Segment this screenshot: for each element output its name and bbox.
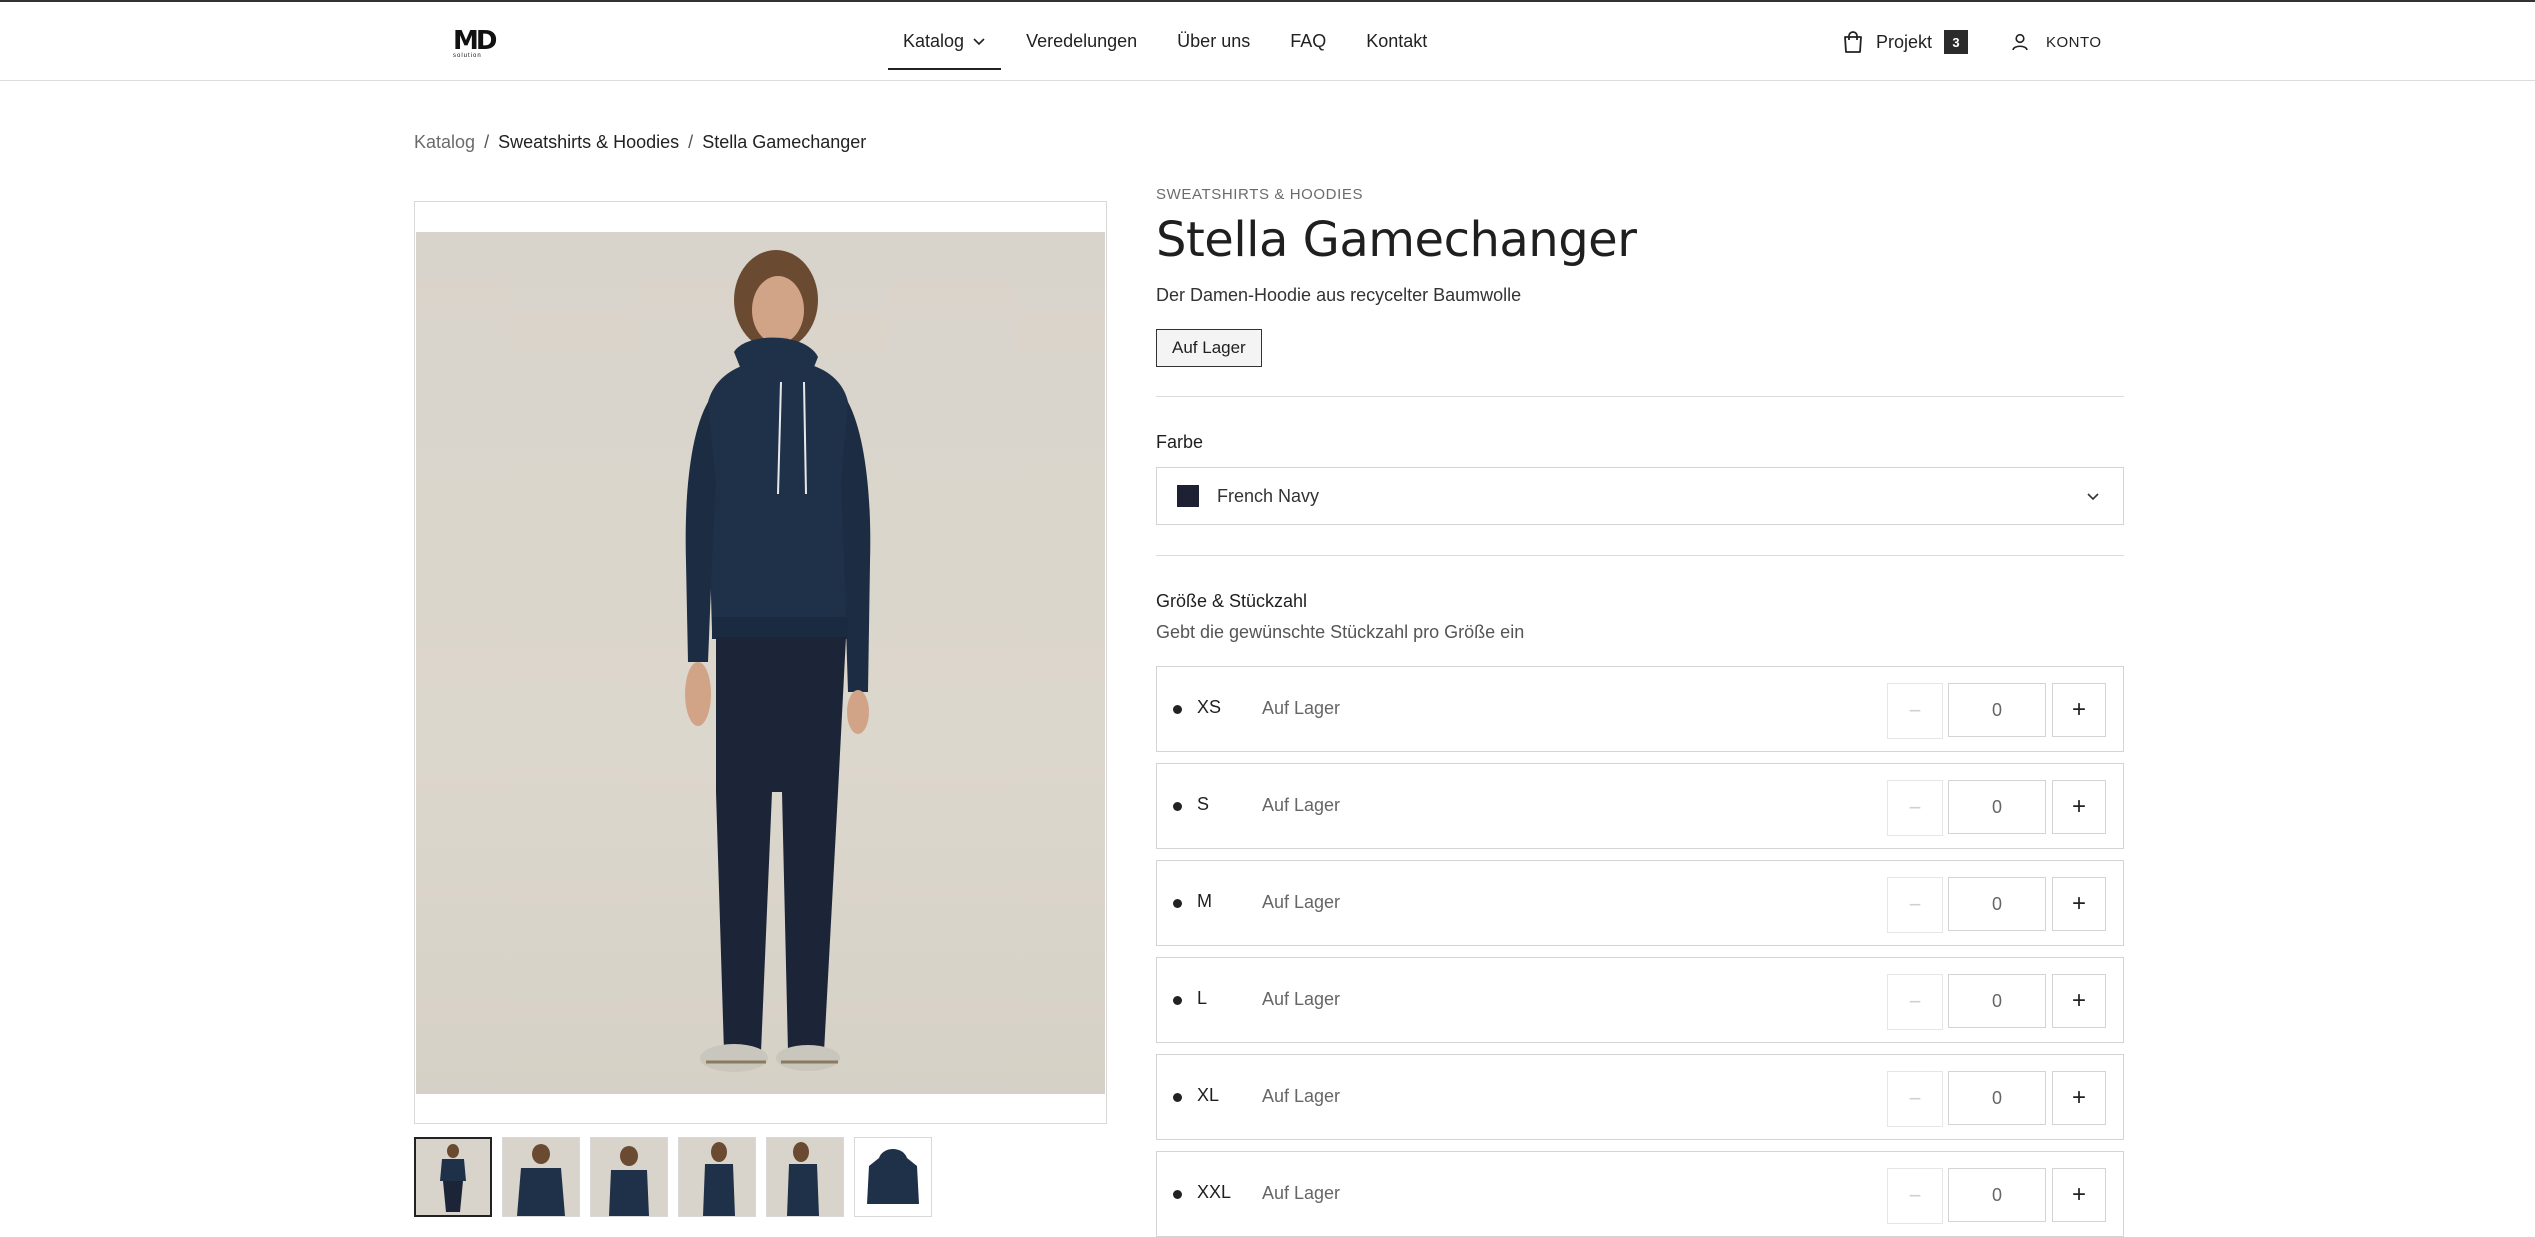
size-name: XL — [1197, 1085, 1220, 1105]
size-name: M — [1197, 891, 1212, 911]
site-header: MD solution Katalog Veredelungen Über un… — [0, 2, 2535, 81]
size-availability: Auf Lager — [1262, 1183, 1341, 1203]
size-row-l: L Auf Lager − 0 + — [1156, 957, 2124, 1043]
increment-button[interactable]: + — [2052, 877, 2106, 931]
decrement-button[interactable]: − — [1887, 974, 1943, 1030]
nav-label: Katalog — [903, 30, 965, 51]
increment-button[interactable]: + — [2052, 780, 2106, 834]
breadcrumb-link-category[interactable]: Sweatshirts & Hoodies — [498, 132, 679, 153]
breadcrumb: Katalog / Sweatshirts & Hoodies / Stella… — [414, 132, 866, 153]
increment-button[interactable]: + — [2052, 1071, 2106, 1125]
product-gallery — [414, 201, 1107, 1124]
size-availability: Auf Lager — [1262, 1086, 1341, 1106]
quantity-input[interactable]: 0 — [1948, 877, 2046, 931]
color-swatch — [1177, 485, 1199, 507]
product-image[interactable] — [416, 232, 1105, 1094]
quantity-input[interactable]: 0 — [1948, 1168, 2046, 1222]
stock-dot — [1173, 899, 1182, 908]
product-subtitle: Der Damen-Hoodie aus recycelter Baumwoll… — [1156, 285, 1522, 305]
breadcrumb-separator: / — [484, 132, 490, 152]
thumbnail-strip — [414, 1137, 942, 1217]
breadcrumb-current: Stella Gamechanger — [702, 132, 867, 152]
increment-button[interactable]: + — [2052, 974, 2106, 1028]
color-value: French Navy — [1217, 485, 1320, 506]
size-availability: Auf Lager — [1262, 698, 1341, 718]
product-title: Stella Gamechanger — [1156, 212, 1637, 268]
size-availability: Auf Lager — [1262, 795, 1341, 815]
main-nav: Katalog Veredelungen Über uns FAQ Kontak… — [888, 2, 1467, 80]
nav-item-veredelungen[interactable]: Veredelungen — [1026, 2, 1137, 80]
decrement-button[interactable]: − — [1887, 1071, 1943, 1127]
size-row-xs: XS Auf Lager − 0 + — [1156, 666, 2124, 752]
quantity-input[interactable]: 0 — [1948, 974, 2046, 1028]
size-name: S — [1197, 794, 1210, 814]
account-label: KONTO — [2046, 33, 2102, 51]
chevron-down-icon — [973, 38, 985, 46]
stock-dot — [1173, 1190, 1182, 1199]
stock-dot — [1173, 705, 1182, 714]
decrement-button[interactable]: − — [1887, 877, 1943, 933]
project-label: Projekt — [1876, 31, 1933, 52]
shopping-bag-icon — [1844, 31, 1862, 53]
nav-item-katalog[interactable]: Katalog — [888, 2, 1002, 80]
size-row-xl: XL Auf Lager − 0 + — [1156, 1054, 2124, 1140]
size-availability: Auf Lager — [1262, 989, 1341, 1009]
project-count-badge: 3 — [1944, 30, 1969, 54]
user-icon — [2012, 33, 2028, 51]
product-category: SWEATSHIRTS & HOODIES — [1156, 186, 1364, 203]
stock-dot — [1173, 996, 1182, 1005]
size-row-xxl: XXL Auf Lager − 0 + — [1156, 1151, 2124, 1237]
project-cart-button[interactable]: Projekt 3 — [1842, 28, 1969, 56]
size-name: XS — [1197, 697, 1222, 717]
size-name: XXL — [1197, 1182, 1232, 1202]
stock-dot — [1173, 1093, 1182, 1102]
quantity-input[interactable]: 0 — [1948, 683, 2046, 737]
decrement-button[interactable]: − — [1887, 780, 1943, 836]
thumbnail-5[interactable] — [766, 1137, 844, 1217]
size-label: Größe & Stückzahl — [1156, 591, 1308, 611]
logo[interactable]: MD solution — [453, 26, 497, 61]
color-label: Farbe — [1156, 432, 1204, 452]
nav-item-kontakt[interactable]: Kontakt — [1366, 2, 1427, 80]
size-availability: Auf Lager — [1262, 892, 1341, 912]
increment-button[interactable]: + — [2052, 683, 2106, 737]
decrement-button[interactable]: − — [1887, 683, 1943, 739]
stock-badge: Auf Lager — [1156, 329, 1262, 367]
thumbnail-3[interactable] — [590, 1137, 668, 1217]
logo-mark: MD — [453, 26, 497, 56]
stock-dot — [1173, 802, 1182, 811]
breadcrumb-link-katalog[interactable]: Katalog — [414, 132, 475, 153]
thumbnail-1[interactable] — [414, 1137, 492, 1217]
breadcrumb-separator: / — [688, 132, 694, 152]
chevron-down-icon — [2087, 493, 2099, 501]
size-hint: Gebt die gewünschte Stückzahl pro Größe … — [1156, 622, 1525, 642]
quantity-input[interactable]: 0 — [1948, 1071, 2046, 1125]
color-select[interactable]: French Navy — [1156, 467, 2124, 525]
nav-item-faq[interactable]: FAQ — [1290, 2, 1326, 80]
divider — [1156, 396, 2124, 397]
account-button[interactable]: KONTO — [2010, 28, 2102, 56]
nav-item-ueber-uns[interactable]: Über uns — [1177, 2, 1250, 80]
model-illustration — [685, 250, 871, 1072]
quantity-input[interactable]: 0 — [1948, 780, 2046, 834]
thumbnail-6[interactable] — [854, 1137, 932, 1217]
increment-button[interactable]: + — [2052, 1168, 2106, 1222]
size-name: L — [1197, 988, 1208, 1008]
size-row-m: M Auf Lager − 0 + — [1156, 860, 2124, 946]
thumbnail-4[interactable] — [678, 1137, 756, 1217]
decrement-button[interactable]: − — [1887, 1168, 1943, 1224]
thumbnail-2[interactable] — [502, 1137, 580, 1217]
size-row-s: S Auf Lager − 0 + — [1156, 763, 2124, 849]
divider — [1156, 555, 2124, 556]
